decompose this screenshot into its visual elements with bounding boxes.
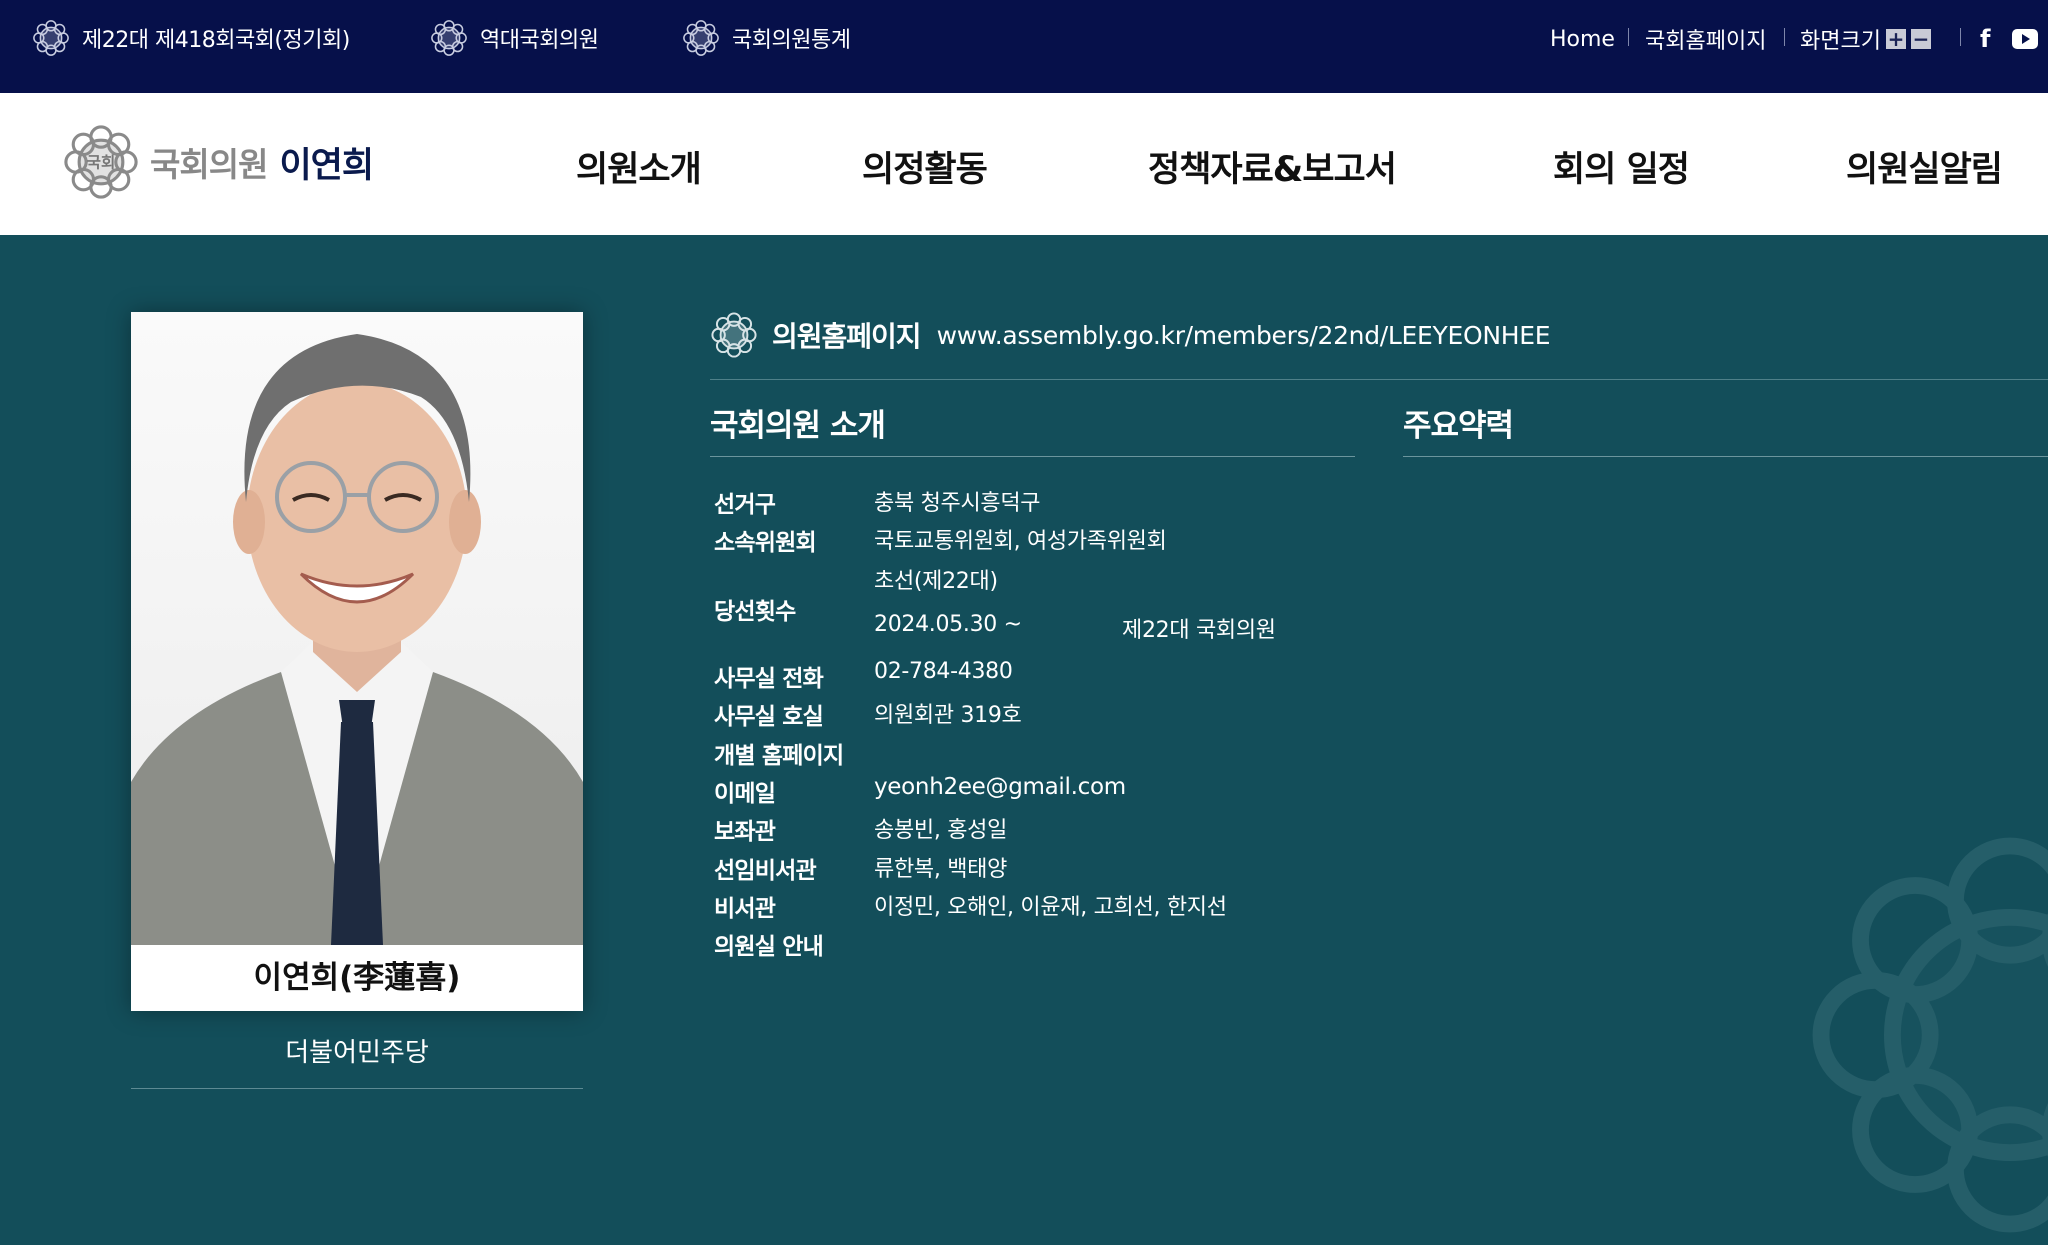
- logo-member-name: 이연희: [279, 145, 374, 186]
- member-name: 이연희(李蓮喜): [253, 960, 461, 996]
- terms-label: 당선횟수: [714, 599, 796, 625]
- assembly-emblem-icon: [32, 19, 70, 57]
- secretaries-value: 이정민, 오해인, 이윤재, 고희선, 한지선: [874, 895, 1227, 920]
- past-members-label: 역대국회의원: [480, 28, 599, 53]
- assembly-emblem-icon: [682, 19, 720, 57]
- divider: [710, 456, 1355, 457]
- background-emblem-icon: [1800, 825, 2048, 1245]
- divider: [710, 379, 2048, 380]
- main-navigation: 국회 국회의원 이연희 의원소개 의정활동 정책자료&보고서 회의 일정 의원실…: [0, 93, 2048, 235]
- main-content: 이연희(李蓮喜) 더불어민주당 의원홈페이지 www.assembly.go.k…: [0, 235, 2048, 1108]
- office-phone-label: 사무실 전화: [714, 666, 824, 692]
- term-start: 2024.05.30 ~: [874, 612, 1022, 637]
- senior-secretaries-value: 류한복, 백태양: [874, 857, 1008, 882]
- aides-value: 송봉빈, 홍성일: [874, 818, 1008, 843]
- zoom-in-button[interactable]: +: [1885, 29, 1906, 49]
- zoom-label: 화면크기: [1800, 29, 1881, 54]
- career-section-title: 주요약력: [1403, 408, 1514, 444]
- divider: [1403, 456, 2048, 457]
- zoom-control: 화면크기 + −: [1800, 22, 1931, 56]
- email-link[interactable]: yeonh2ee@gmail.com: [874, 774, 1126, 800]
- member-stats-link[interactable]: 국회의원통계: [682, 18, 851, 58]
- committee-value: 국토교통위원회, 여성가족위원회: [874, 529, 1167, 554]
- district-value: 충북 청주시흥덕구: [874, 491, 1041, 516]
- profile-card: 이연희(李蓮喜): [131, 312, 583, 1011]
- homepage-url-link[interactable]: www.assembly.go.kr/members/22nd/LEEYEONH…: [937, 321, 1551, 350]
- assembly-homepage-link[interactable]: 국회홈페이지: [1645, 22, 1766, 56]
- intro-section-title: 국회의원 소개: [710, 408, 886, 444]
- divider: [1628, 28, 1629, 46]
- past-members-link[interactable]: 역대국회의원: [430, 18, 599, 58]
- terms-value: 초선(제22대): [874, 569, 998, 594]
- zoom-out-button[interactable]: −: [1910, 29, 1931, 49]
- office-phone-value: 02-784-4380: [874, 659, 1013, 684]
- nav-office-notices[interactable]: 의원실알림: [1846, 141, 2003, 192]
- homepage-label: 의원홈페이지: [772, 320, 922, 353]
- site-logo[interactable]: 국회 국회의원 이연희: [62, 123, 374, 201]
- committee-label: 소속위원회: [714, 530, 817, 556]
- office-room-value: 의원회관 319호: [874, 703, 1022, 728]
- office-guide-label: 의원실 안내: [714, 934, 824, 960]
- divider: [1960, 28, 1961, 46]
- divider: [1784, 28, 1785, 46]
- aides-label: 보좌관: [714, 819, 776, 845]
- member-photo: [131, 312, 583, 945]
- assembly-emblem-icon: [710, 311, 758, 359]
- office-room-label: 사무실 호실: [714, 704, 824, 730]
- assembly-emblem-icon: [430, 19, 468, 57]
- session-link[interactable]: 제22대 제418회국회(정기회): [32, 18, 350, 58]
- nav-policy-reports[interactable]: 정책자료&보고서: [1148, 141, 1397, 192]
- session-link-label: 제22대 제418회국회(정기회): [82, 28, 350, 53]
- senior-secretaries-label: 선임비서관: [714, 858, 817, 884]
- term-name: 제22대 국회의원: [1122, 618, 1276, 643]
- email-label: 이메일: [714, 781, 776, 807]
- nav-legislative-activity[interactable]: 의정활동: [862, 141, 988, 192]
- secretaries-label: 비서관: [714, 896, 776, 922]
- youtube-icon[interactable]: [2012, 22, 2038, 56]
- member-homepage: 의원홈페이지 www.assembly.go.kr/members/22nd/L…: [710, 311, 1551, 359]
- member-stats-label: 국회의원통계: [732, 28, 851, 53]
- party-name: 더불어민주당: [285, 1038, 429, 1068]
- nav-meeting-schedule[interactable]: 회의 일정: [1553, 141, 1690, 192]
- district-label: 선거구: [714, 492, 776, 518]
- nav-member-intro[interactable]: 의원소개: [576, 141, 702, 192]
- home-link[interactable]: Home: [1550, 22, 1615, 56]
- divider: [131, 1088, 583, 1089]
- top-bar: 제22대 제418회국회(정기회) 역대국회의원 국회의원통계 Home 국회홈…: [0, 0, 2048, 93]
- assembly-emblem-icon: 국회: [62, 123, 140, 201]
- emblem-text: 국회: [87, 152, 116, 171]
- facebook-icon[interactable]: f: [1980, 22, 1990, 56]
- logo-subtitle: 국회의원: [150, 145, 268, 184]
- personal-homepage-label: 개별 홈페이지: [714, 743, 844, 769]
